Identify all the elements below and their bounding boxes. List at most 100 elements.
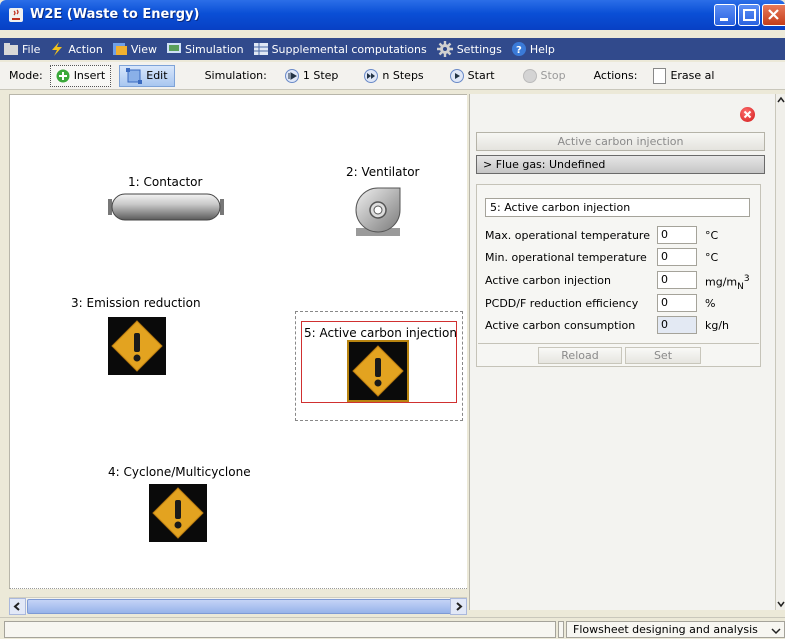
node-emission-reduction-label: 3: Emission reduction xyxy=(71,296,201,310)
mode-selector[interactable]: Flowsheet designing and analysis xyxy=(566,621,785,638)
close-icon xyxy=(768,9,779,20)
contactor-icon[interactable] xyxy=(108,192,224,222)
node-emission-reduction[interactable] xyxy=(108,317,166,375)
edit-label: Edit xyxy=(146,69,168,82)
node-ventilator-label: 2: Ventilator xyxy=(346,165,420,179)
menu-action-label: Action xyxy=(68,42,103,56)
prop-unit: mg/mN3 xyxy=(705,274,750,292)
status-divider xyxy=(558,621,564,638)
scroll-right-button[interactable] xyxy=(450,598,467,615)
n-steps-button[interactable]: n Steps xyxy=(358,65,429,87)
menu-bar: File Action View Simulation Supplemental… xyxy=(0,38,785,60)
edit-mode-button[interactable]: Edit xyxy=(119,64,175,87)
carbon-injection-input[interactable]: 0 xyxy=(657,271,697,289)
warning-icon xyxy=(352,345,404,397)
minimize-button[interactable] xyxy=(714,4,736,26)
panel-button-strip: Reload Set xyxy=(478,343,759,365)
prop-label: Active carbon consumption xyxy=(485,319,636,332)
stop-button[interactable]: Stop xyxy=(517,65,572,87)
scroll-left-button[interactable] xyxy=(9,598,26,615)
chevron-up-icon xyxy=(777,96,785,103)
insert-label: Insert xyxy=(73,69,106,82)
menu-file[interactable]: File xyxy=(4,43,40,56)
help-icon: ? xyxy=(511,42,526,56)
menu-simulation-label: Simulation xyxy=(184,42,244,56)
view-icon xyxy=(112,43,127,55)
one-step-button[interactable]: 1 Step xyxy=(279,65,345,87)
menu-help[interactable]: ? Help xyxy=(511,42,555,56)
gear-icon xyxy=(436,41,453,57)
node-active-carbon-injection-label: 5: Active carbon injection xyxy=(304,326,457,340)
max-temp-input[interactable]: 0 xyxy=(657,226,697,244)
set-button[interactable]: Set xyxy=(625,347,701,364)
menu-supplemental-label: Supplemental computations xyxy=(271,42,427,56)
edit-icon xyxy=(126,67,143,84)
svg-text:?: ? xyxy=(516,45,522,56)
toolbar: Mode: Insert Edit Simulation: 1 Step n S… xyxy=(0,62,785,90)
vertical-scrollbar[interactable] xyxy=(775,94,785,610)
minimize-icon xyxy=(720,18,728,21)
component-type-button[interactable]: Active carbon injection xyxy=(476,132,765,151)
ventilator-icon[interactable] xyxy=(352,184,404,236)
chevron-down-icon xyxy=(777,601,785,608)
horizontal-scrollbar[interactable] xyxy=(9,597,467,615)
step-icon xyxy=(284,68,299,83)
insert-mode-button[interactable]: Insert xyxy=(49,64,112,87)
stop-icon xyxy=(522,68,537,83)
erase-all-button[interactable]: Erase al xyxy=(647,65,720,87)
prop-unit: % xyxy=(705,297,716,310)
add-icon xyxy=(56,69,70,82)
menu-simulation[interactable]: Simulation xyxy=(166,42,244,56)
prop-carbon-consumption: Active carbon consumption 0 kg/h xyxy=(485,316,755,335)
scroll-thumb[interactable] xyxy=(27,599,455,614)
prop-label: Max. operational temperature xyxy=(485,229,650,242)
prop-min-temp: Min. operational temperature 0 °C xyxy=(485,248,755,267)
n-steps-label: n Steps xyxy=(382,69,424,82)
close-panel-button[interactable] xyxy=(740,107,755,122)
simulation-label: Simulation: xyxy=(204,69,267,82)
menu-help-label: Help xyxy=(529,42,555,56)
unit-base: mg/m xyxy=(705,275,738,289)
menu-view[interactable]: View xyxy=(112,42,157,56)
start-button[interactable]: Start xyxy=(444,65,501,87)
carbon-consumption-value: 0 xyxy=(657,316,697,334)
prop-label: Active carbon injection xyxy=(485,274,611,287)
actions-label: Actions: xyxy=(593,69,638,82)
component-name-field[interactable]: 5: Active carbon injection xyxy=(485,198,750,217)
play-icon xyxy=(449,68,464,83)
menu-settings[interactable]: Settings xyxy=(436,41,502,57)
close-window-button[interactable] xyxy=(762,4,785,26)
maximize-button[interactable] xyxy=(738,4,760,26)
node-cyclone[interactable] xyxy=(149,484,207,542)
lightning-icon xyxy=(52,42,63,56)
menu-file-label: File xyxy=(22,42,41,56)
close-icon xyxy=(743,110,752,119)
pcdd-efficiency-input[interactable]: 0 xyxy=(657,294,697,312)
prop-pcdd-efficiency: PCDD/F reduction efficiency 0 % xyxy=(485,294,755,313)
flowsheet-canvas[interactable]: 1: Contactor 2: Ventilator 3: Emission r… xyxy=(9,94,467,589)
window-title: W2E (Waste to Energy) xyxy=(30,7,200,22)
stop-label: Stop xyxy=(540,69,566,82)
properties-panel: Active carbon injection > Flue gas: Unde… xyxy=(469,94,775,610)
prop-carbon-injection: Active carbon injection 0 mg/mN3 xyxy=(485,271,755,292)
prop-unit: °C xyxy=(705,229,719,242)
page-icon xyxy=(653,67,667,84)
status-bar: Flowsheet designing and analysis xyxy=(0,617,785,639)
reload-button[interactable]: Reload xyxy=(538,347,622,364)
menu-action[interactable]: Action xyxy=(50,42,103,56)
warning-icon xyxy=(152,487,204,539)
title-bar: W2E (Waste to Energy) xyxy=(0,0,785,30)
node-cyclone-label: 4: Cyclone/Multicyclone xyxy=(108,465,251,479)
unit-superscript: 3 xyxy=(743,274,750,284)
mode-selector-value: Flowsheet designing and analysis xyxy=(573,623,758,636)
warning-icon-frame xyxy=(347,340,409,402)
flue-gas-toggle[interactable]: > Flue gas: Undefined xyxy=(476,155,765,174)
prop-label: Min. operational temperature xyxy=(485,251,647,264)
menu-supplemental[interactable]: Supplemental computations xyxy=(253,42,427,56)
folder-icon xyxy=(4,43,18,55)
monitor-icon xyxy=(166,43,181,53)
status-message-field xyxy=(4,621,556,638)
min-temp-input[interactable]: 0 xyxy=(657,248,697,266)
chevron-left-icon xyxy=(13,602,20,611)
node-active-carbon-injection[interactable]: 5: Active carbon injection xyxy=(301,321,457,403)
